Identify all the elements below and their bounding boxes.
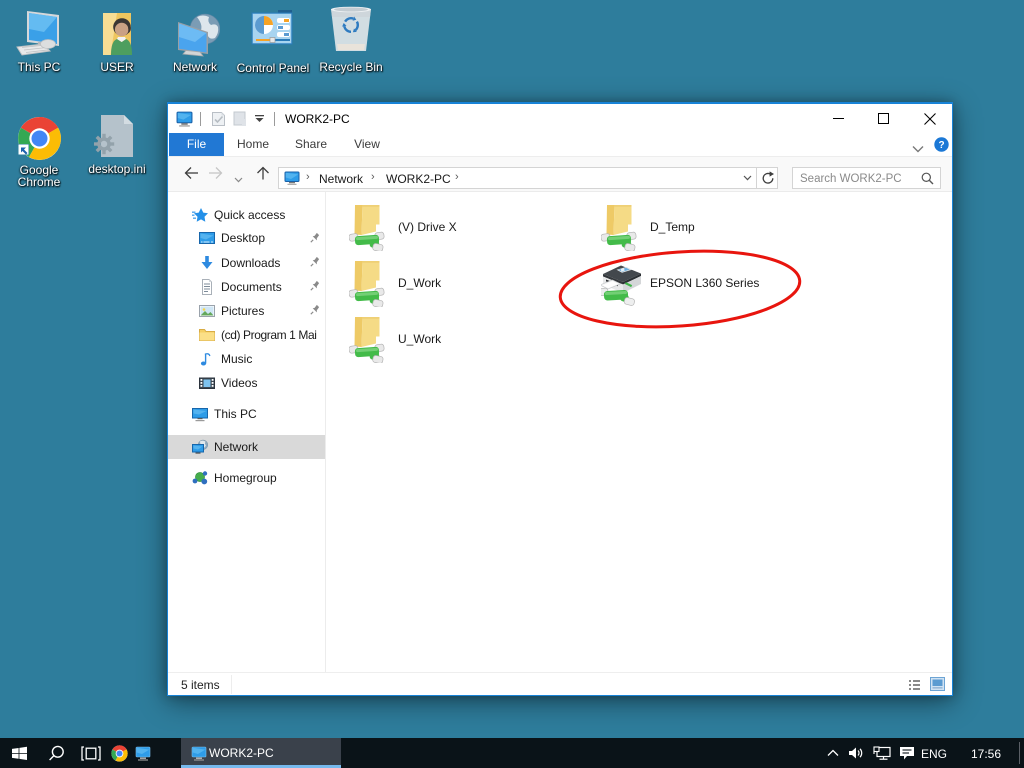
svg-text:?: ? <box>938 140 944 151</box>
